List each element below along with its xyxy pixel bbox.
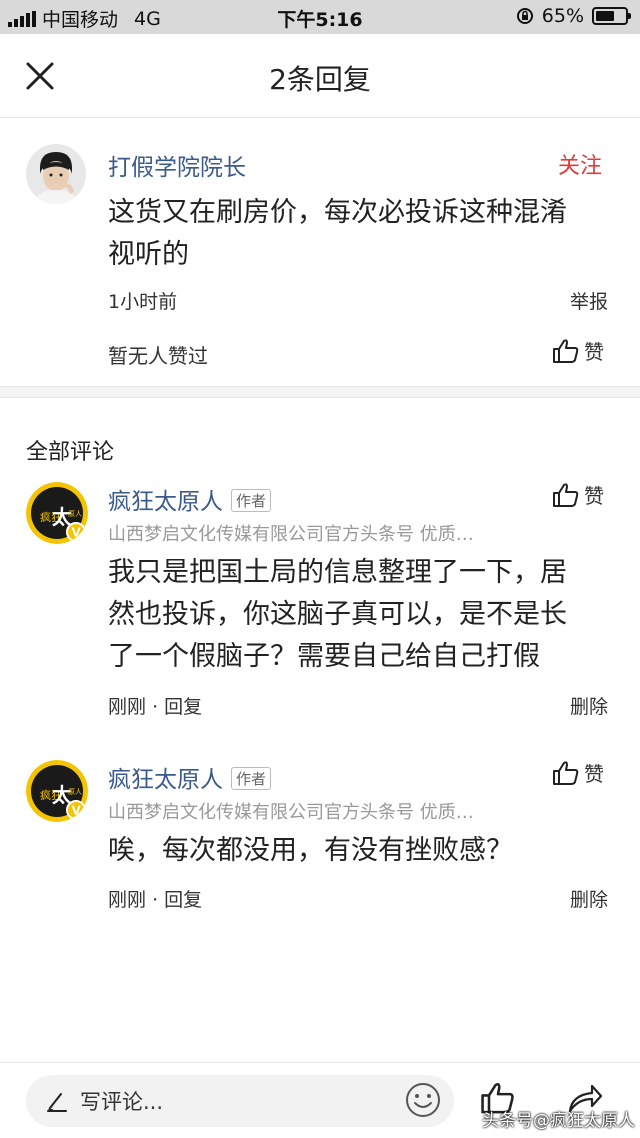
verified-v: V [72,804,82,818]
reply-1-source: 山西梦启文化传媒有限公司官方头条号 优质… [108,524,474,545]
section-divider [0,386,640,398]
avatar-reply-1[interactable]: 疯狂 太 原人 V [26,482,88,544]
reply-1-like-label: 赞 [584,484,604,508]
verified-v: V [72,526,82,540]
reply-2-user[interactable]: 疯狂太原人 [108,767,223,793]
watermark: 头条号@疯狂太原人 [482,1111,635,1131]
pen-icon [47,1093,67,1112]
avatar-main-user[interactable] [26,144,86,204]
author-tag: 作者 [231,767,272,790]
battery-icon [592,7,631,25]
thumbs-up-icon [553,760,579,785]
reply-1-text-line2: 然也投诉，你这脑子真可以，是不是长 [108,599,567,630]
main-like-button[interactable]: 赞 [552,336,604,365]
report-link[interactable]: 举报 [570,287,608,314]
reply-1-text-line3: 了一个假脑子？需要自己给自己打假 [108,641,540,672]
write-comment-input[interactable]: 写评论... [26,1075,454,1127]
reply-1-like-button[interactable]: 赞 [552,480,604,509]
meta-dot: · [152,696,165,718]
main-comment-text-line2: 视听的 [108,239,189,270]
all-comments-title: 全部评论 [26,440,115,465]
reply-2-user-name[interactable]: 疯狂太原人 作者 [108,760,272,794]
avatar-reply-2[interactable]: 疯狂 太 原人 V [26,760,88,822]
author-tag: 作者 [231,489,272,512]
page-title: 2条回复 [269,63,371,96]
no-likes-label: 暂无人赞过 [108,344,208,368]
reply-1-time: 刚刚 [108,696,147,718]
status-bar: 中国移动 4G 下午5:16 65% [0,0,640,34]
reply-2-text-line1: 唉，每次都没用，有没有挫败感？ [108,835,513,866]
reply-1-user-name[interactable]: 疯狂太原人 作者 [108,482,272,516]
reply-1-user[interactable]: 疯狂太原人 [108,489,223,515]
reply-1-reply-link[interactable]: 回复 [164,696,202,718]
main-like-label: 赞 [584,340,604,364]
reply-2-meta: 刚刚 · 回复 [108,885,202,912]
reply-1-text-line1: 我只是把国土局的信息整理了一下，居 [108,557,567,588]
rotation-lock-icon [516,8,533,24]
status-right: 65% [516,5,631,27]
navigation-bar: 2条回复 [0,34,640,118]
reply-1-meta: 刚刚 · 回复 [108,692,202,719]
reply-2-delete[interactable]: 删除 [570,885,608,912]
battery-percent: 65% [541,5,584,27]
follow-button[interactable]: 关注 [558,148,602,180]
meta-dot: · [152,889,165,911]
main-comment-time: 1小时前 [108,291,178,313]
badge-text-small: 原人 [68,510,82,518]
reply-2-like-label: 赞 [584,762,604,786]
reply-2-source: 山西梦启文化传媒有限公司官方头条号 优质… [108,802,474,823]
thumbs-up-icon [553,482,579,507]
reply-2-like-button[interactable]: 赞 [552,758,604,787]
write-comment-placeholder: 写评论... [80,1090,164,1114]
thumbs-up-icon [553,338,579,363]
reply-2-time: 刚刚 [108,889,147,911]
badge-text-small: 原人 [68,788,82,796]
main-comment-text-line1: 这货又在刷房价，每次必投诉这种混淆 [108,197,567,228]
main-user-name[interactable]: 打假学院院长 [108,148,246,182]
emoji-icon[interactable] [404,1081,442,1119]
reply-2-reply-link[interactable]: 回复 [164,889,202,911]
reply-1-delete[interactable]: 删除 [570,692,608,719]
